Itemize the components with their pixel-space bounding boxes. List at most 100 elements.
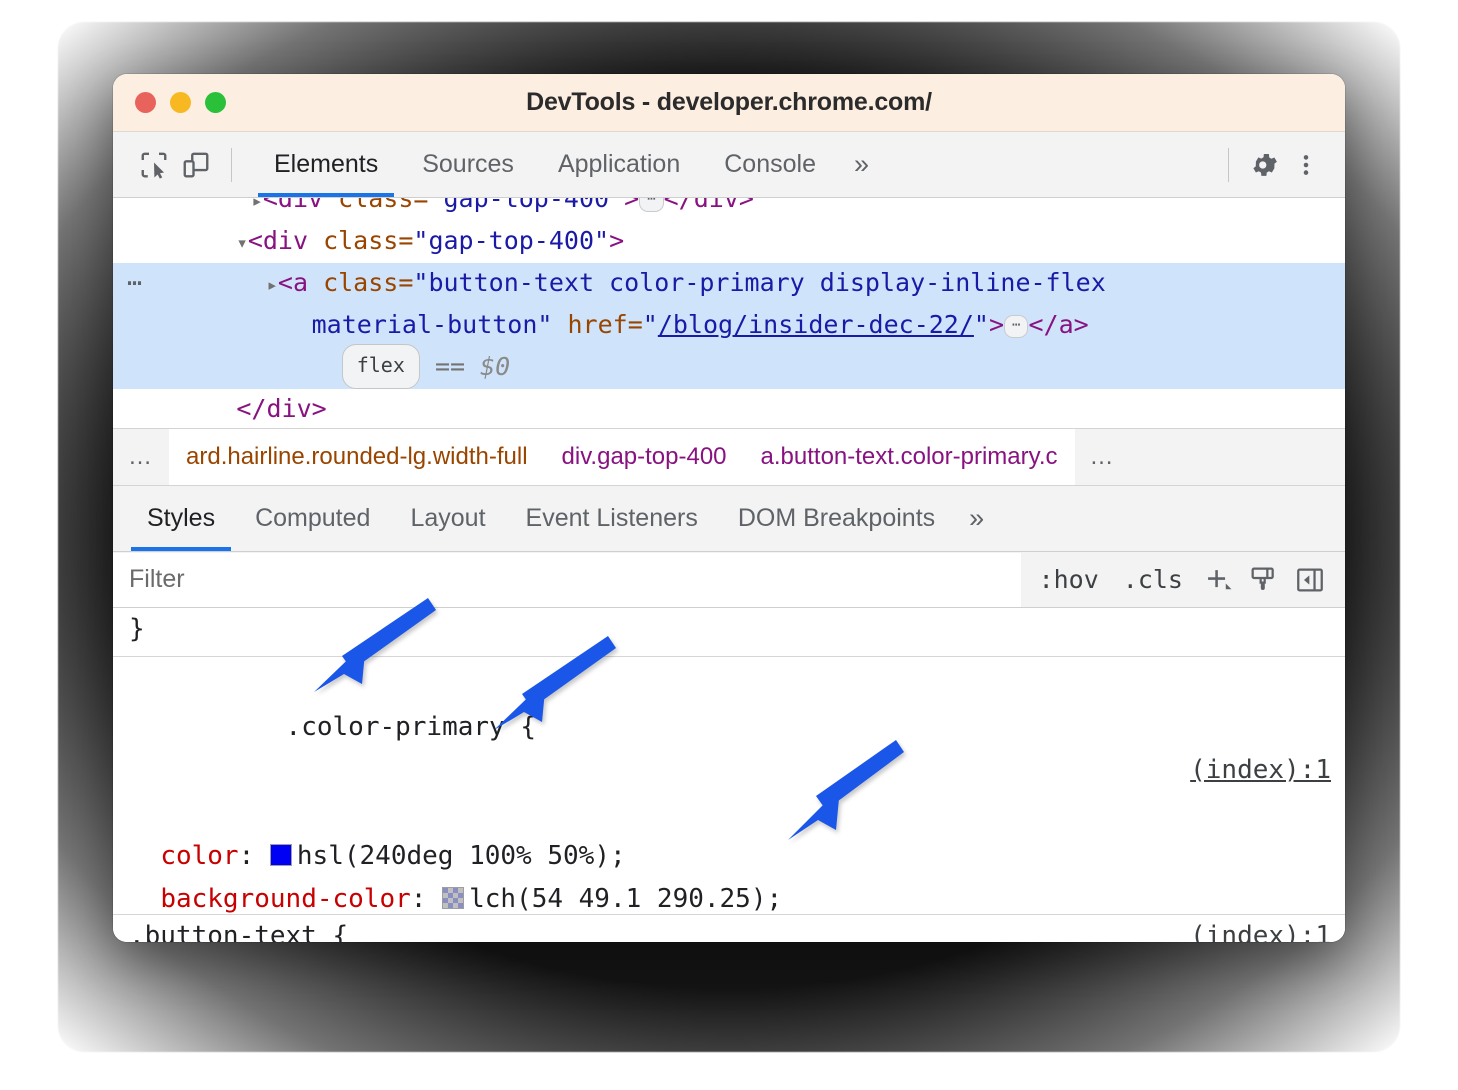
- styles-filter-actions: :hov .cls: [1021, 552, 1345, 607]
- breadcrumb-item-a[interactable]: a.button-text.color-primary.c: [744, 429, 1075, 485]
- rule-selector-row[interactable]: .color-primary { (index):1: [129, 663, 1345, 835]
- collapsed-children-ellipsis[interactable]: ⋯: [639, 198, 663, 212]
- breadcrumb-item-label: a.button-text.color-primary.c: [761, 443, 1058, 471]
- plus-new-style-rule-icon[interactable]: [1195, 557, 1241, 603]
- rule-selector[interactable]: .color-primary {: [286, 712, 536, 742]
- minimize-window-button[interactable]: [170, 92, 191, 113]
- filter-input[interactable]: [113, 553, 1021, 607]
- css-rule-color-primary: .color-primary { (index):1 color: hsl(24…: [113, 663, 1345, 942]
- background-color-swatch[interactable]: [442, 887, 464, 909]
- dom-attr-value-cont: material-button": [312, 310, 553, 339]
- toolbar-right-actions: [1214, 144, 1327, 186]
- tab-sources[interactable]: Sources: [400, 132, 536, 197]
- property-value[interactable]: hsl(240deg 100% 50%);: [297, 841, 626, 871]
- closing-brace: }: [129, 608, 1345, 651]
- declaration-color[interactable]: color: hsl(240deg 100% 50%);: [129, 835, 1345, 878]
- tab-application[interactable]: Application: [536, 132, 702, 197]
- css-rules-pane[interactable]: } .color-primary { (index):1 color: hsl(…: [113, 608, 1345, 942]
- paintbrush-icon[interactable]: [1241, 557, 1287, 603]
- more-styles-tabs-chevron-icon[interactable]: »: [955, 486, 998, 551]
- breadcrumb-overflow-left[interactable]: …: [113, 429, 169, 485]
- dom-node-row-close[interactable]: </div>: [113, 389, 1345, 428]
- traffic-light-buttons: [135, 92, 226, 113]
- tab-application-label: Application: [558, 150, 680, 179]
- dom-attr-name: class=: [323, 198, 428, 213]
- devtools-main-toolbar: Elements Sources Application Console »: [113, 132, 1345, 198]
- window-title: DevTools - developer.chrome.com/: [113, 88, 1345, 117]
- tab-sources-label: Sources: [422, 150, 514, 179]
- collapse-triangle-icon[interactable]: ▾: [236, 224, 247, 263]
- dom-quote: ": [643, 310, 658, 339]
- tab-dom-breakpoints-label: DOM Breakpoints: [738, 504, 935, 533]
- tab-console[interactable]: Console: [702, 132, 838, 197]
- dom-node-row[interactable]: ▸<div class="gap-top-400">⋯</div>: [113, 198, 1345, 221]
- dom-tag-close: >: [989, 310, 1004, 339]
- dom-attr-name: class=: [308, 268, 413, 297]
- previous-rule-tail: }: [113, 608, 1345, 651]
- next-rule-origin-link[interactable]: (index):1: [1190, 915, 1331, 942]
- screenshot-root: DevTools - developer.chrome.com/ Element…: [0, 0, 1458, 1090]
- close-window-button[interactable]: [135, 92, 156, 113]
- dom-tree[interactable]: ▸<div class="gap-top-400">⋯</div> ▾<div …: [113, 198, 1345, 428]
- rule-separator: [113, 656, 1345, 657]
- dom-tag-open: <div: [263, 198, 323, 213]
- next-rule-clipped[interactable]: .button-text { (index):1: [113, 914, 1345, 942]
- dom-node-row[interactable]: ▾<div class="gap-top-400">: [113, 221, 1345, 263]
- more-panels-chevron-icon[interactable]: »: [838, 132, 885, 197]
- collapsed-children-ellipsis[interactable]: ⋯: [1004, 315, 1028, 338]
- tab-elements[interactable]: Elements: [252, 132, 400, 197]
- styles-pane-tabs: Styles Computed Layout Event Listeners D…: [113, 486, 1345, 552]
- cls-toggle-button[interactable]: .cls: [1111, 565, 1195, 594]
- property-value[interactable]: lch(54 49.1 290.25);: [469, 884, 782, 914]
- dom-href-link[interactable]: /blog/insider-dec-22/: [658, 310, 974, 339]
- dom-attr-value: "gap-top-400": [428, 198, 624, 213]
- dom-href-name: href=: [552, 310, 642, 339]
- property-name[interactable]: color: [160, 841, 238, 871]
- dom-attr-value: "button-text color-primary display-inlin…: [413, 268, 1105, 297]
- dom-tag-close: >: [609, 226, 624, 255]
- dom-tag-end: </div>: [664, 198, 754, 213]
- gear-icon[interactable]: [1243, 144, 1285, 186]
- tab-event-listeners-label: Event Listeners: [526, 504, 698, 533]
- inspect-element-icon[interactable]: [133, 144, 175, 186]
- dom-tag-close: >: [624, 198, 639, 213]
- toggle-sidebar-icon[interactable]: [1287, 557, 1333, 603]
- expand-triangle-icon[interactable]: ▸: [251, 198, 262, 221]
- breadcrumb-item-div[interactable]: div.gap-top-400: [545, 429, 744, 485]
- color-swatch[interactable]: [270, 844, 292, 866]
- tab-event-listeners[interactable]: Event Listeners: [506, 486, 718, 551]
- dom-attr-name: class=: [308, 226, 413, 255]
- toolbar-divider-right: [1228, 148, 1229, 182]
- window-titlebar: DevTools - developer.chrome.com/: [113, 74, 1345, 132]
- dom-node-row-selected-cont[interactable]: material-button" href="/blog/insider-dec…: [113, 305, 1345, 344]
- tab-elements-label: Elements: [274, 150, 378, 179]
- tab-styles[interactable]: Styles: [127, 486, 235, 551]
- device-toolbar-icon[interactable]: [175, 144, 217, 186]
- tab-dom-breakpoints[interactable]: DOM Breakpoints: [718, 486, 955, 551]
- hov-toggle-button[interactable]: :hov: [1027, 565, 1111, 594]
- breadcrumb[interactable]: … ard.hairline.rounded-lg.width-full div…: [113, 428, 1345, 486]
- maximize-window-button[interactable]: [205, 92, 226, 113]
- tab-computed[interactable]: Computed: [235, 486, 390, 551]
- dom-node-row-selected[interactable]: ⋯ ▸<a class="button-text color-primary d…: [113, 263, 1345, 305]
- tab-computed-label: Computed: [255, 504, 370, 533]
- tab-layout[interactable]: Layout: [390, 486, 505, 551]
- panel-tabs: Elements Sources Application Console »: [252, 132, 885, 197]
- breadcrumb-overflow-right[interactable]: …: [1075, 429, 1131, 485]
- dom-tag-open: <a: [278, 268, 308, 297]
- dom-node-row-badges[interactable]: flex == $0: [113, 344, 1345, 389]
- selected-node-variable: $0: [480, 352, 510, 381]
- dom-attr-value: "gap-top-400": [413, 226, 609, 255]
- tab-layout-label: Layout: [410, 504, 485, 533]
- expand-triangle-icon[interactable]: ▸: [266, 266, 277, 305]
- tab-styles-label: Styles: [147, 504, 215, 533]
- rule-origin-link[interactable]: (index):1: [1190, 749, 1331, 792]
- breadcrumb-item-card[interactable]: ard.hairline.rounded-lg.width-full: [169, 429, 545, 485]
- flex-badge[interactable]: flex: [342, 344, 420, 389]
- styles-filter-row: :hov .cls: [113, 552, 1345, 608]
- property-name[interactable]: background-color: [160, 884, 410, 914]
- three-dot-menu-icon[interactable]: [1285, 144, 1327, 186]
- dom-tag-close-div: </div>: [236, 394, 326, 423]
- breadcrumb-item-label: ard.hairline.rounded-lg.width-full: [186, 443, 528, 471]
- next-rule-selector[interactable]: .button-text {: [129, 921, 348, 942]
